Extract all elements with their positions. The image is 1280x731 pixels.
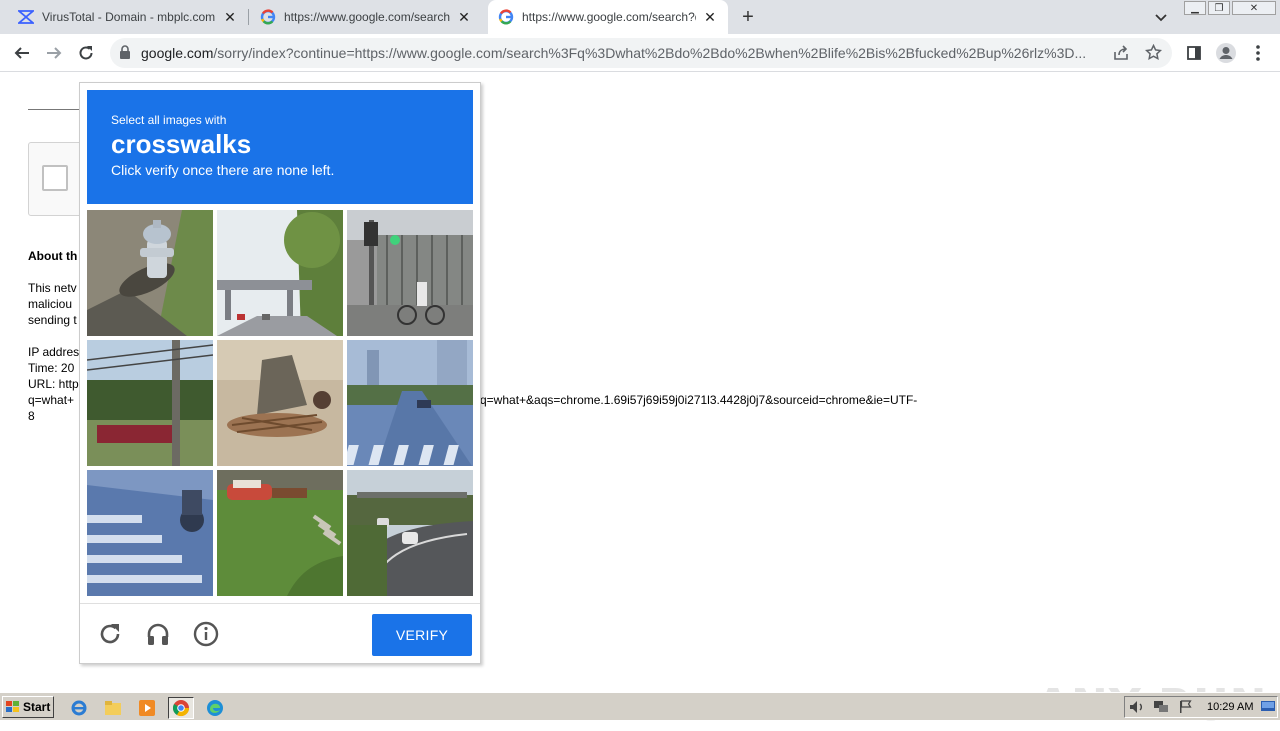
taskbar: Start 10:29 AM <box>0 692 1280 720</box>
tile-statue-woodpile[interactable] <box>217 340 343 466</box>
address-url: google.com/sorry/index?continue=https://… <box>141 45 1101 61</box>
challenge-subinstruction: Click verify once there are none left. <box>111 162 335 178</box>
file-explorer-icon[interactable] <box>102 697 124 719</box>
tile-lawn-classic-car[interactable] <box>217 470 343 596</box>
recaptcha-challenge: Select all images with crosswalks Click … <box>79 82 481 664</box>
tile-street-crosswalk[interactable] <box>347 340 473 466</box>
tile-road-curve-cars[interactable] <box>347 470 473 596</box>
challenge-target: crosswalks <box>111 129 252 159</box>
minimize-window-button[interactable]: ▁ <box>1184 1 1206 15</box>
page-content: About th This netv maliciou sending t IP… <box>0 72 1280 731</box>
tab-divider <box>248 9 249 25</box>
tab-title: https://www.google.com/search?q= <box>284 10 450 24</box>
tab-google-search-1[interactable]: https://www.google.com/search?q= ✕ <box>250 0 482 34</box>
reload-challenge-icon[interactable] <box>96 620 124 648</box>
close-tab-icon[interactable]: ✕ <box>456 9 472 25</box>
close-tab-icon[interactable]: ✕ <box>702 9 718 25</box>
google-icon <box>260 9 276 25</box>
media-player-icon[interactable] <box>136 697 158 719</box>
google-icon <box>498 9 514 25</box>
windows-logo-icon <box>6 701 20 713</box>
url-tail: 8 <box>28 409 35 423</box>
chrome-taskbar-icon[interactable] <box>168 697 194 719</box>
audio-headphones-icon[interactable] <box>144 620 172 648</box>
close-window-button[interactable]: ✕ <box>1232 1 1276 15</box>
browser-toolbar: google.com/sorry/index?continue=https://… <box>0 34 1280 72</box>
tile-crosswalk-closeup[interactable] <box>87 470 213 596</box>
virustotal-icon <box>18 9 34 25</box>
tab-title: VirusTotal - Domain - mbplc.com <box>42 10 216 24</box>
clock: 10:29 AM <box>1207 701 1254 713</box>
about-paragraph-line: This netv <box>28 281 77 295</box>
forward-arrow-icon[interactable] <box>42 41 66 65</box>
profile-avatar-icon[interactable] <box>1214 41 1238 65</box>
start-label: Start <box>23 700 51 714</box>
system-tray: 10:29 AM <box>1124 696 1278 718</box>
lock-icon[interactable] <box>119 45 131 62</box>
start-button[interactable]: Start <box>2 696 54 718</box>
action-center-flag-icon[interactable] <box>1179 700 1193 717</box>
tab-google-search-2[interactable]: https://www.google.com/search?q= ✕ <box>488 0 728 34</box>
about-paragraph-line: maliciou <box>28 297 73 311</box>
challenge-footer: VERIFY <box>80 603 480 664</box>
back-arrow-icon[interactable] <box>10 41 34 65</box>
tile-cyclist-traffic-light[interactable] <box>347 210 473 336</box>
edge-icon[interactable] <box>204 697 226 719</box>
url-continuation: q=what+ <box>28 393 75 407</box>
address-path: /sorry/index?continue=https://www.google… <box>213 45 1087 61</box>
tab-search-chevron-icon[interactable] <box>1152 8 1170 26</box>
tab-title: https://www.google.com/search?q= <box>522 10 696 24</box>
close-tab-icon[interactable]: ✕ <box>222 9 238 25</box>
more-menu-icon[interactable] <box>1246 41 1270 65</box>
tile-fire-hydrant[interactable] <box>87 210 213 336</box>
challenge-header: Select all images with crosswalks Click … <box>87 90 473 204</box>
url-line: URL: http <box>28 377 79 391</box>
bookmark-star-icon[interactable] <box>1144 43 1163 64</box>
share-icon[interactable] <box>1113 45 1129 64</box>
url-continuation-right: q=what+&aqs=chrome.1.69i57j69i59j0i271l3… <box>480 393 918 407</box>
internet-explorer-icon[interactable] <box>68 697 90 719</box>
volume-icon[interactable] <box>1129 700 1145 717</box>
address-bar[interactable]: google.com/sorry/index?continue=https://… <box>110 38 1172 68</box>
tile-utility-pole-bus[interactable] <box>87 340 213 466</box>
restore-window-button[interactable]: ❐ <box>1208 1 1230 15</box>
tile-highway-overpass[interactable] <box>217 210 343 336</box>
tab-strip: VirusTotal - Domain - mbplc.com ✕ https:… <box>0 0 1280 34</box>
recaptcha-checkbox[interactable] <box>42 165 68 191</box>
info-icon[interactable] <box>192 620 220 648</box>
address-host: google.com <box>141 45 214 61</box>
about-heading: About th <box>28 249 78 263</box>
reload-icon[interactable] <box>74 41 98 65</box>
tab-virustotal[interactable]: VirusTotal - Domain - mbplc.com ✕ <box>8 0 248 34</box>
side-panel-icon[interactable] <box>1182 41 1206 65</box>
show-desktop-icon[interactable] <box>1261 701 1275 716</box>
new-tab-button[interactable]: + <box>737 6 759 28</box>
challenge-instruction: Select all images with <box>111 113 227 127</box>
verify-button[interactable]: VERIFY <box>372 614 472 656</box>
ip-address-line: IP addres <box>28 345 80 359</box>
network-icon[interactable] <box>1153 700 1169 717</box>
time-line: Time: 20 <box>28 361 75 375</box>
about-paragraph-line: sending t <box>28 313 77 327</box>
divider <box>28 109 80 110</box>
